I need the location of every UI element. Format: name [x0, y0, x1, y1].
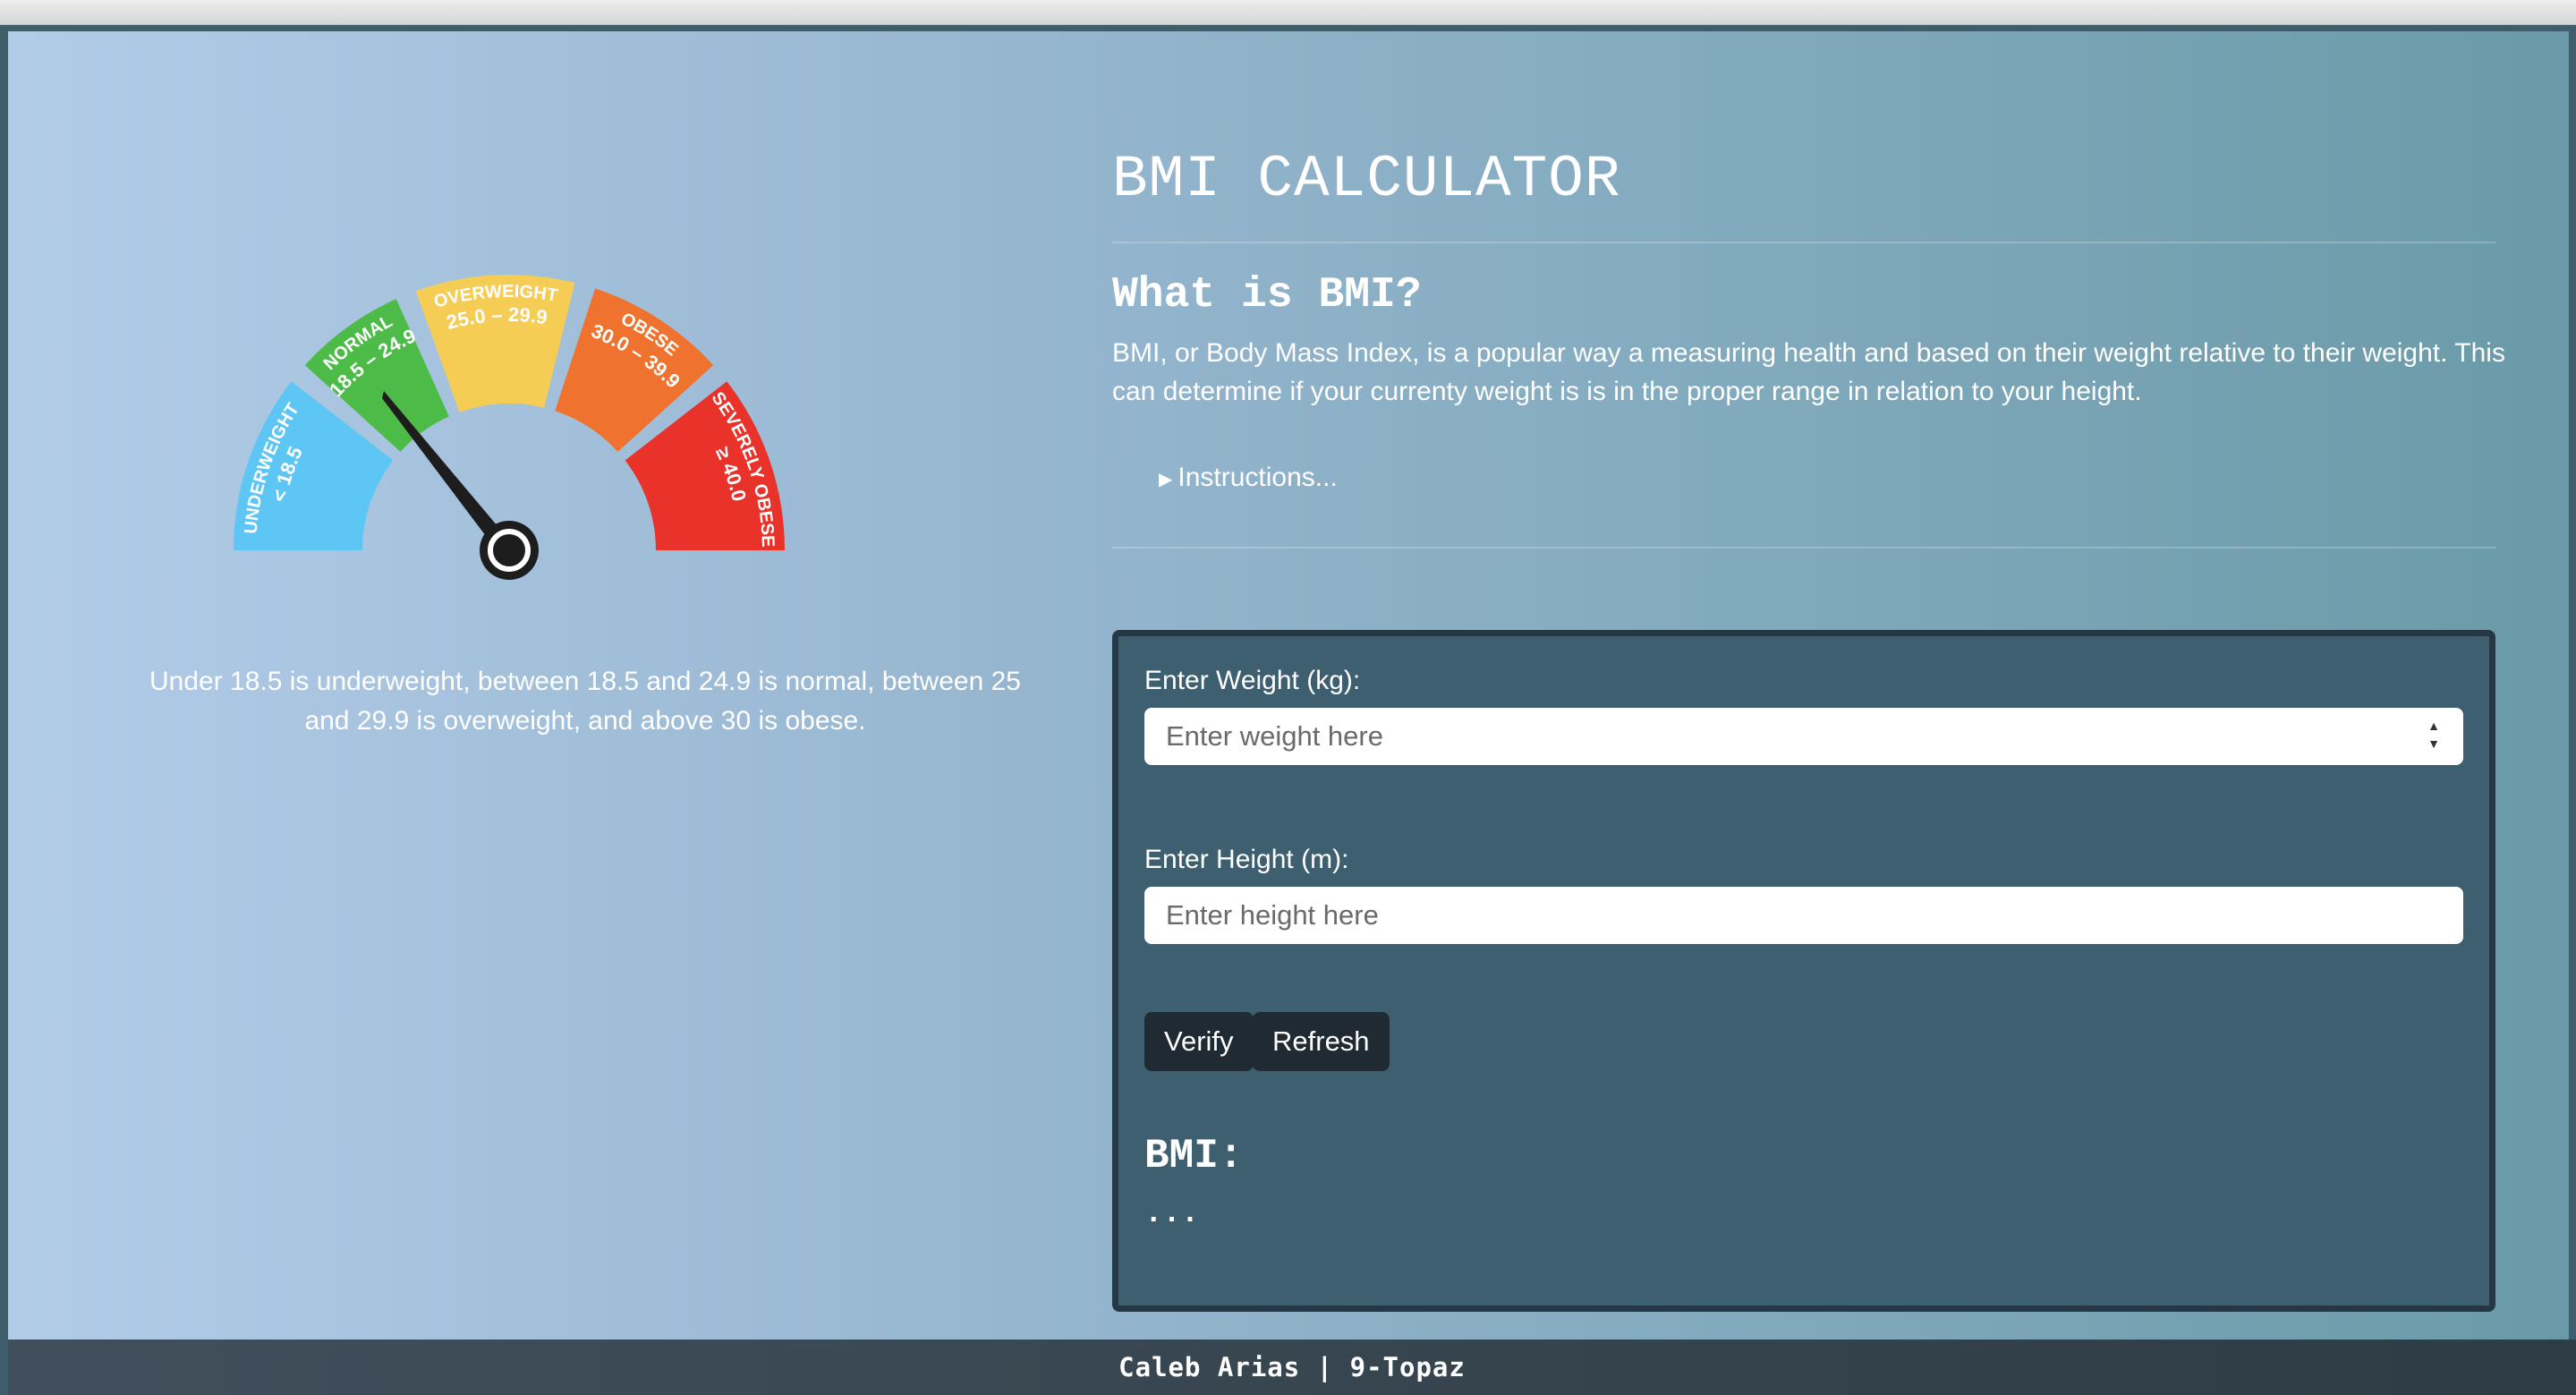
instructions-label: Instructions... [1177, 463, 1338, 492]
gauge-caption: Under 18.5 is underweight, between 18.5 … [149, 667, 1021, 736]
divider [1112, 547, 2495, 549]
weight-field[interactable]: ▲▼ [1144, 708, 2463, 765]
refresh-button[interactable]: Refresh [1253, 1012, 1390, 1071]
height-field[interactable] [1144, 887, 2463, 944]
browser-top-bar [0, 0, 2576, 25]
verify-button[interactable]: Verify [1144, 1012, 1254, 1071]
footer: Caleb Arias | 9-Topaz [8, 1340, 2576, 1395]
height-input[interactable] [1164, 898, 2444, 932]
page-title: BMI CALCULATOR [1112, 146, 1621, 213]
height-label: Enter Height (m): [1144, 845, 1349, 874]
bmi-gauge: UNDERWEIGHT< 18.5NORMAL18.5 – 24.9OVERWE… [234, 275, 785, 580]
page-body: UNDERWEIGHT < 18.5 NORMAL 18.5 – 24.9 OVERWE… [8, 31, 2569, 1344]
disclosure-triangle-icon: ▶ [1159, 469, 1173, 489]
weight-input[interactable] [1164, 719, 2444, 753]
bmi-description: BMI, or Body Mass Index, is a popular wa… [1112, 338, 2505, 406]
divider [1112, 242, 2495, 243]
bmi-result-heading: BMI: [1144, 1133, 1244, 1179]
number-spinner-icon[interactable]: ▲ ▼ [2424, 717, 2444, 756]
instructions-toggle[interactable]: ▶ Instructions... [1159, 463, 1338, 493]
window-frame: UNDERWEIGHT < 18.5 NORMAL 18.5 – 24.9 OVERWE… [0, 25, 2576, 1395]
bmi-result-value: ... [1144, 1197, 1200, 1231]
bmi-form-card: Enter Weight (kg): ▲▼ Enter Height (m): … [1112, 630, 2495, 1312]
weight-label: Enter Weight (kg): [1144, 666, 1361, 695]
section-heading: What is BMI? [1112, 271, 1422, 319]
